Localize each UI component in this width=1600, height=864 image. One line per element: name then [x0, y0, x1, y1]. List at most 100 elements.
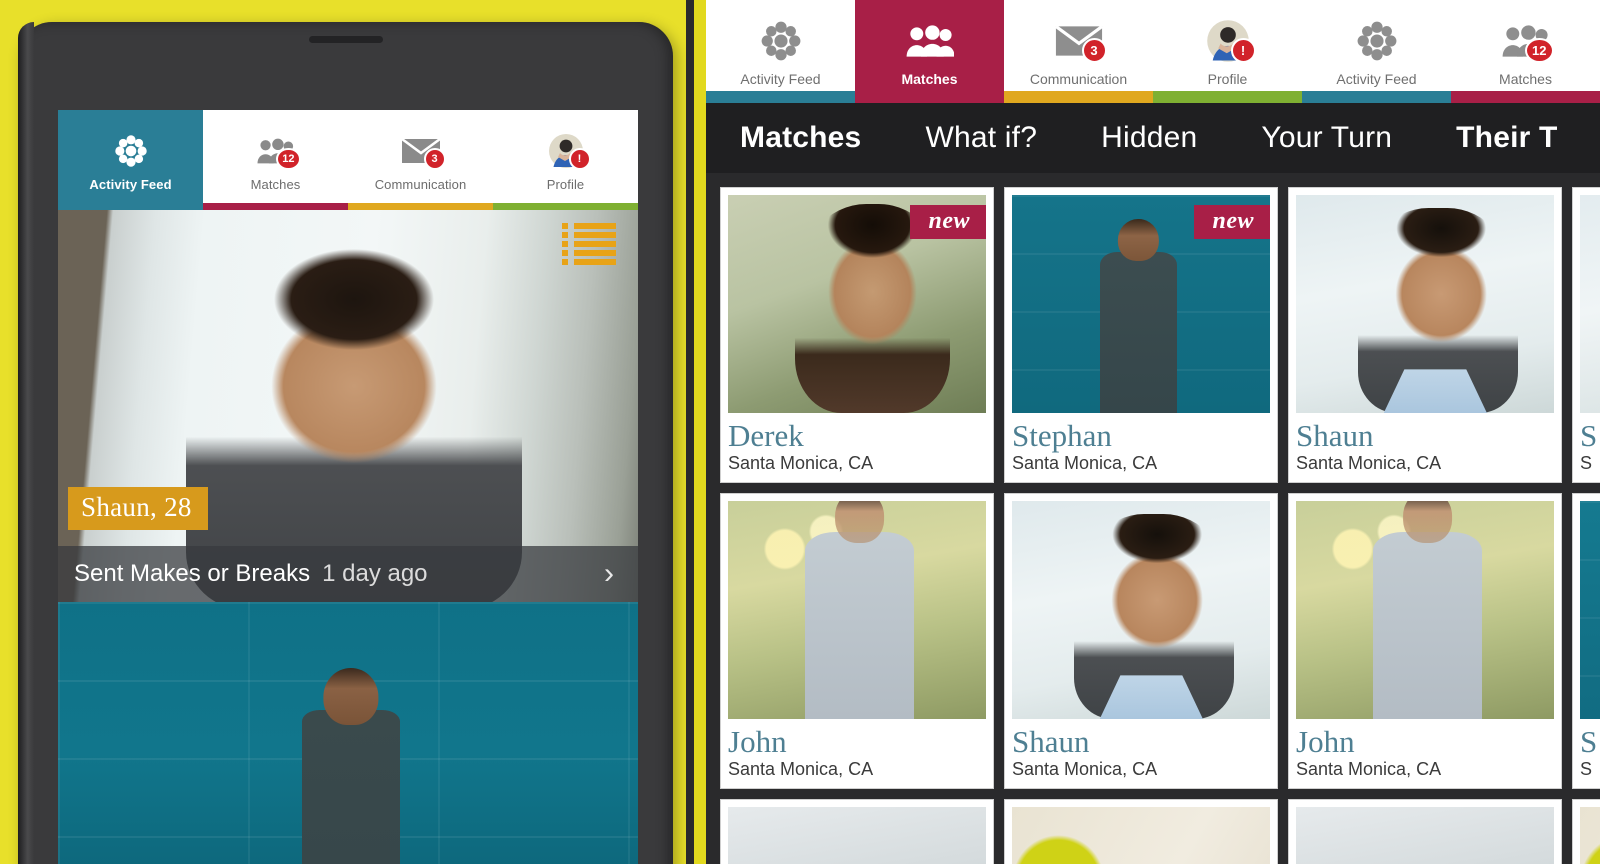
feed-item[interactable]: Shaun, 28 Sent Makes or Breaks 1 day ago…	[58, 210, 638, 602]
web-tab-matches-1[interactable]: Matches	[855, 0, 1004, 103]
match-location: Santa Monica, CA	[728, 759, 874, 780]
phone-tab-profile[interactable]: ! Profile	[493, 110, 638, 210]
match-card-clipped[interactable]	[1572, 799, 1600, 864]
web-tab-label: Profile	[1207, 70, 1248, 87]
match-photo	[1296, 501, 1554, 719]
underline-green	[1153, 91, 1302, 103]
match-card-clipped[interactable]	[1288, 799, 1562, 864]
phone-screen: Activity Feed 12 Matches 3 Communication…	[58, 110, 638, 864]
match-photo-image	[728, 501, 986, 719]
underline-green	[493, 203, 638, 210]
match-name: S	[1580, 418, 1598, 453]
match-card-partial[interactable]: S S	[1572, 493, 1600, 789]
web-tab-communication[interactable]: 3 Communication	[1004, 0, 1153, 103]
match-photo-image	[1296, 195, 1554, 413]
underline-teal-2	[1302, 91, 1451, 103]
asterisk-flower-icon	[108, 132, 154, 170]
subnav-item-their-turn[interactable]: Their T	[1456, 121, 1600, 155]
phone-matches-badge: 12	[276, 148, 301, 170]
chevron-right-icon[interactable]: ›	[604, 559, 622, 589]
phone-tab-label: Activity Feed	[89, 177, 172, 192]
web-top-navigation: Activity Feed Matches 3 Communication ! …	[706, 0, 1600, 103]
match-photo-image	[1580, 501, 1600, 719]
new-badge: new	[910, 205, 986, 240]
match-photo	[1580, 501, 1600, 719]
list-menu-icon[interactable]	[562, 220, 616, 268]
match-name: S	[1580, 724, 1598, 759]
feed-item[interactable]	[58, 602, 638, 864]
match-card[interactable]: John Santa Monica, CA	[1288, 493, 1562, 789]
phone-mockup-area: Activity Feed 12 Matches 3 Communication…	[0, 0, 694, 864]
web-tab-label: Communication	[1029, 70, 1128, 87]
people-icon	[902, 19, 958, 63]
match-photo-image	[1296, 501, 1554, 719]
match-card[interactable]: John Santa Monica, CA	[720, 493, 994, 789]
phone-tab-activity-feed[interactable]: Activity Feed	[58, 110, 203, 210]
subnav-item-hidden[interactable]: Hidden	[1101, 121, 1261, 155]
underline-crimson	[855, 91, 1004, 103]
match-card[interactable]: Shaun Santa Monica, CA	[1004, 493, 1278, 789]
match-photo	[1296, 195, 1554, 413]
match-card[interactable]: Shaun Santa Monica, CA	[1288, 187, 1562, 483]
match-name: Shaun	[1012, 724, 1090, 759]
subnav-item-your-turn[interactable]: Your Turn	[1261, 121, 1456, 155]
match-card-partial[interactable]: S S	[1572, 187, 1600, 483]
web-tab-label: Matches	[901, 70, 958, 87]
underline-crimson	[203, 203, 348, 210]
match-name: Derek	[728, 418, 804, 453]
phone-speaker	[308, 36, 383, 43]
match-name: John	[1296, 724, 1355, 759]
people-icon: 12	[1498, 19, 1554, 63]
feed-caption-bar[interactable]: Sent Makes or Breaks 1 day ago ›	[58, 546, 638, 602]
web-matches-badge-2: 12	[1525, 37, 1554, 63]
matches-subnav: Matches What if? Hidden Your Turn Their …	[706, 103, 1600, 173]
envelope-icon: 3	[398, 132, 446, 170]
new-badge: new	[1194, 205, 1270, 240]
feed-photo-image	[58, 602, 638, 864]
app-screenshot: Activity Feed 12 Matches 3 Communication…	[0, 0, 1600, 864]
match-photo-image	[1580, 807, 1600, 864]
match-card-clipped[interactable]	[720, 799, 994, 864]
phone-device: Activity Feed 12 Matches 3 Communication…	[18, 22, 673, 864]
feed-photo	[58, 602, 638, 864]
match-photo-image	[728, 807, 986, 864]
people-icon: 12	[253, 132, 301, 170]
match-photo	[1296, 807, 1554, 864]
phone-tab-underline-strip	[58, 203, 638, 210]
phone-tab-matches[interactable]: 12 Matches	[203, 110, 348, 210]
match-location: Santa Monica, CA	[1296, 759, 1442, 780]
phone-activity-feed[interactable]: Shaun, 28 Sent Makes or Breaks 1 day ago…	[58, 210, 638, 864]
phone-tab-bar: Activity Feed 12 Matches 3 Communication…	[58, 110, 638, 210]
match-photo	[728, 807, 986, 864]
match-photo	[1012, 501, 1270, 719]
match-location: Santa Monica, CA	[1012, 759, 1158, 780]
match-photo-image	[1580, 195, 1600, 413]
phone-profile-badge: !	[568, 148, 591, 170]
matches-grid: new Derek Santa Monica, CA new Stephan S…	[720, 187, 1600, 864]
web-tab-matches-2[interactable]: 12 Matches	[1451, 0, 1600, 103]
feed-photo-image	[58, 210, 638, 602]
web-tab-activity-feed-2[interactable]: Activity Feed	[1302, 0, 1451, 103]
web-tab-label: Activity Feed	[1336, 70, 1417, 87]
underline-orange	[1004, 91, 1153, 103]
match-card[interactable]: new Derek Santa Monica, CA	[720, 187, 994, 483]
web-tab-profile[interactable]: ! Profile	[1153, 0, 1302, 103]
match-photo	[1012, 807, 1270, 864]
match-photo	[1580, 195, 1600, 413]
photo-detail-person	[301, 710, 401, 864]
divider-dark	[686, 0, 694, 864]
subnav-item-matches[interactable]: Matches	[740, 121, 925, 155]
match-card[interactable]: new Stephan Santa Monica, CA	[1004, 187, 1278, 483]
underline-orange	[348, 203, 493, 210]
web-tab-label: Matches	[1499, 70, 1552, 87]
match-card-clipped[interactable]	[1004, 799, 1278, 864]
subnav-item-what-if[interactable]: What if?	[925, 121, 1101, 155]
underline-teal	[58, 203, 203, 210]
phone-tab-communication[interactable]: 3 Communication	[348, 110, 493, 210]
asterisk-flower-icon	[753, 19, 809, 63]
web-tab-activity-feed-1[interactable]: Activity Feed	[706, 0, 855, 103]
feed-photo: Shaun, 28 Sent Makes or Breaks 1 day ago…	[58, 210, 638, 602]
phone-tab-label: Matches	[250, 177, 301, 192]
divider-yellow-strip	[694, 0, 706, 864]
web-tab-label: Activity Feed	[740, 70, 821, 87]
